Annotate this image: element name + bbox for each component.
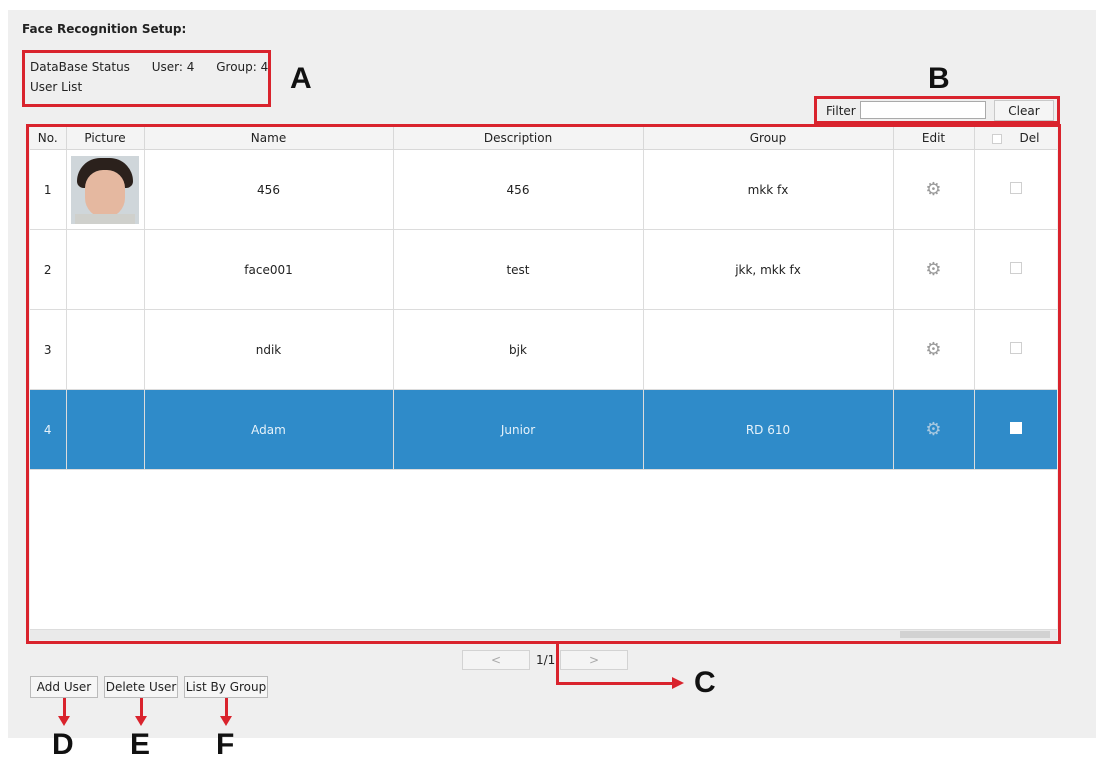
callout-b: B <box>928 62 950 95</box>
cell-del <box>974 389 1057 470</box>
cell-picture <box>66 149 145 230</box>
delete-checkbox[interactable] <box>1009 422 1022 434</box>
filter-label: Filter <box>826 104 856 118</box>
table-row[interactable]: 1 456 456 mkk fx ⚙ <box>30 149 1057 230</box>
cell-edit: ⚙ <box>893 309 975 390</box>
gear-icon[interactable]: ⚙ <box>925 179 941 200</box>
table-row-selected[interactable]: 4 Adam Junior RD 610 ⚙ <box>30 389 1057 470</box>
cell-picture <box>66 389 145 470</box>
callout-f: F <box>216 728 235 761</box>
cell-no: 3 <box>30 309 67 390</box>
filter-input[interactable] <box>860 101 986 119</box>
page-indicator: 1/1 <box>536 653 556 667</box>
header-del: Del <box>974 127 1057 150</box>
horizontal-scrollbar[interactable] <box>30 629 1057 640</box>
next-page-button[interactable]: > <box>560 650 628 670</box>
callout-e-arrow <box>140 698 143 718</box>
cell-edit: ⚙ <box>893 389 975 470</box>
cell-name: Adam <box>144 389 394 470</box>
cell-edit: ⚙ <box>893 229 975 310</box>
callout-f-arrow <box>225 698 228 718</box>
cell-group: jkk, mkk fx <box>643 229 894 310</box>
callout-c-connector-horizontal <box>556 682 674 685</box>
add-user-button[interactable]: Add User <box>30 676 98 698</box>
cell-description: bjk <box>393 309 644 390</box>
table-row[interactable]: 2 face001 test jkk, mkk fx ⚙ <box>30 229 1057 310</box>
header-name[interactable]: Name <box>144 127 394 150</box>
callout-c-arrowhead <box>672 677 684 689</box>
header-no[interactable]: No. <box>30 127 67 150</box>
cell-description: 456 <box>393 149 644 230</box>
cell-del <box>974 149 1057 230</box>
gear-icon[interactable]: ⚙ <box>925 259 941 280</box>
cell-edit: ⚙ <box>893 149 975 230</box>
header-picture[interactable]: Picture <box>66 127 145 150</box>
callout-e: E <box>130 728 151 761</box>
cell-picture <box>66 309 145 390</box>
list-by-group-button[interactable]: List By Group <box>184 676 268 698</box>
user-table: No. Picture Name Description Group Edit … <box>30 127 1057 630</box>
cell-picture <box>66 229 145 310</box>
gear-icon[interactable]: ⚙ <box>925 339 941 360</box>
callout-e-arrowhead <box>135 716 147 726</box>
cell-no: 1 <box>30 149 67 230</box>
cell-name: face001 <box>144 229 394 310</box>
table-row[interactable]: 3 ndik bjk ⚙ <box>30 309 1057 390</box>
delete-checkbox[interactable] <box>1009 342 1022 354</box>
cell-description: Junior <box>393 389 644 470</box>
callout-d: D <box>52 728 74 761</box>
callout-a: A <box>290 62 312 95</box>
cell-group: mkk fx <box>643 149 894 230</box>
header-description[interactable]: Description <box>393 127 644 150</box>
cell-group <box>643 309 894 390</box>
cell-description: test <box>393 229 644 310</box>
user-photo <box>71 155 139 224</box>
callout-c: C <box>694 666 716 699</box>
annotation-box-a <box>22 50 271 107</box>
prev-page-button[interactable]: < <box>462 650 530 670</box>
callout-d-arrowhead <box>58 716 70 726</box>
header-del-label: Del <box>1019 131 1040 145</box>
delete-checkbox[interactable] <box>1009 262 1022 274</box>
callout-f-arrowhead <box>220 716 232 726</box>
page-title: Face Recognition Setup: <box>22 22 187 36</box>
table-header-row: No. Picture Name Description Group Edit … <box>30 127 1057 150</box>
cell-del <box>974 309 1057 390</box>
cell-group: RD 610 <box>643 389 894 470</box>
cell-name: ndik <box>144 309 394 390</box>
select-all-checkbox[interactable] <box>991 133 1002 144</box>
cell-no: 4 <box>30 389 67 470</box>
callout-d-arrow <box>63 698 66 718</box>
gear-icon[interactable]: ⚙ <box>925 419 941 440</box>
delete-checkbox[interactable] <box>1009 182 1022 194</box>
scrollbar-thumb[interactable] <box>900 631 1050 638</box>
cell-del <box>974 229 1057 310</box>
callout-c-connector-vertical <box>556 644 559 684</box>
delete-user-button[interactable]: Delete User <box>104 676 178 698</box>
header-edit: Edit <box>893 127 975 150</box>
cell-name: 456 <box>144 149 394 230</box>
clear-button[interactable]: Clear <box>994 100 1054 121</box>
cell-no: 2 <box>30 229 67 310</box>
header-group[interactable]: Group <box>643 127 894 150</box>
